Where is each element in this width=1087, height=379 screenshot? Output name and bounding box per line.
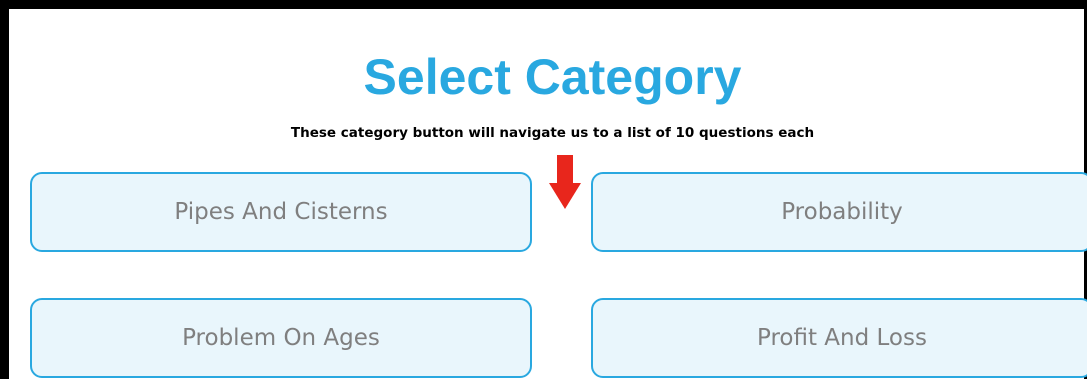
category-button-label: Pipes And Cisterns (174, 199, 388, 225)
category-button-label: Profit And Loss (757, 325, 927, 351)
category-button-profit-and-loss[interactable]: Profit And Loss (591, 298, 1087, 378)
page-subtitle: These category button will navigate us t… (290, 125, 815, 141)
screenshot-frame: Select Category These category button wi… (0, 0, 1087, 379)
category-button-problem-on-ages[interactable]: Problem On Ages (30, 298, 532, 378)
category-button-probability[interactable]: Probability (591, 172, 1087, 252)
category-button-label: Problem On Ages (182, 325, 380, 351)
category-button-pipes-and-cisterns[interactable]: Pipes And Cisterns (30, 172, 532, 252)
arrow-down-icon (549, 155, 581, 209)
category-button-label: Probability (781, 199, 903, 225)
page-title: Select Category (363, 49, 742, 105)
